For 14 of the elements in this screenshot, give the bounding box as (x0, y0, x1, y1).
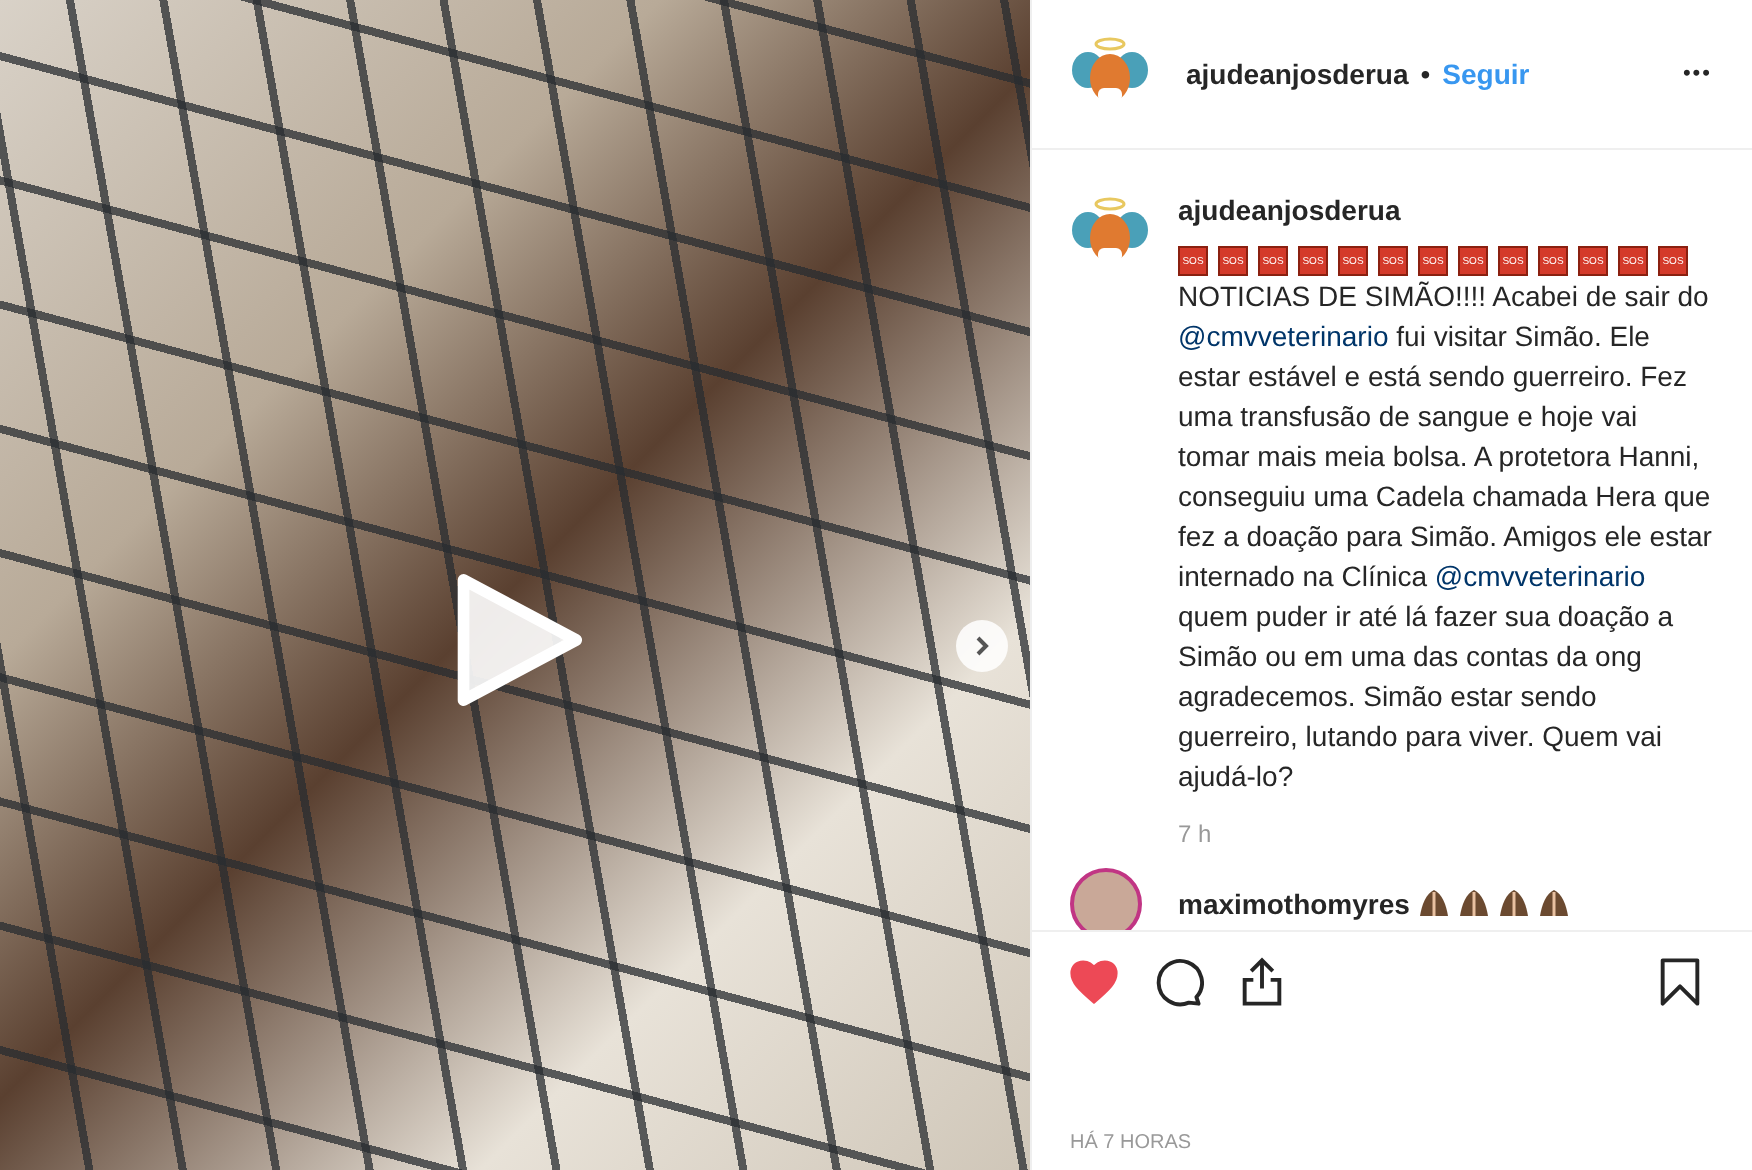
mention-link[interactable]: @cmvveterinario (1178, 320, 1389, 352)
post-timestamp: HÁ 7 HORAS (1068, 1128, 1194, 1158)
post-time: 7 h (1178, 820, 1214, 848)
author-link[interactable]: ajudeanjosderua (1178, 194, 1712, 226)
more-options-button[interactable]: ••• (1682, 62, 1712, 86)
like-heart-icon[interactable] (1068, 956, 1120, 1008)
author-link[interactable]: ajudeanjosderua (1186, 58, 1409, 90)
separator-dot: • (1420, 58, 1431, 90)
comment-icon[interactable] (1152, 956, 1204, 1008)
commenter-avatar-icon[interactable] (1070, 868, 1142, 930)
commenter-link[interactable]: maximothomyres (1178, 888, 1410, 920)
chevron-right-icon (972, 636, 992, 656)
next-button[interactable] (956, 620, 1008, 672)
mention-link[interactable]: @cmvveterinario (1434, 560, 1646, 592)
